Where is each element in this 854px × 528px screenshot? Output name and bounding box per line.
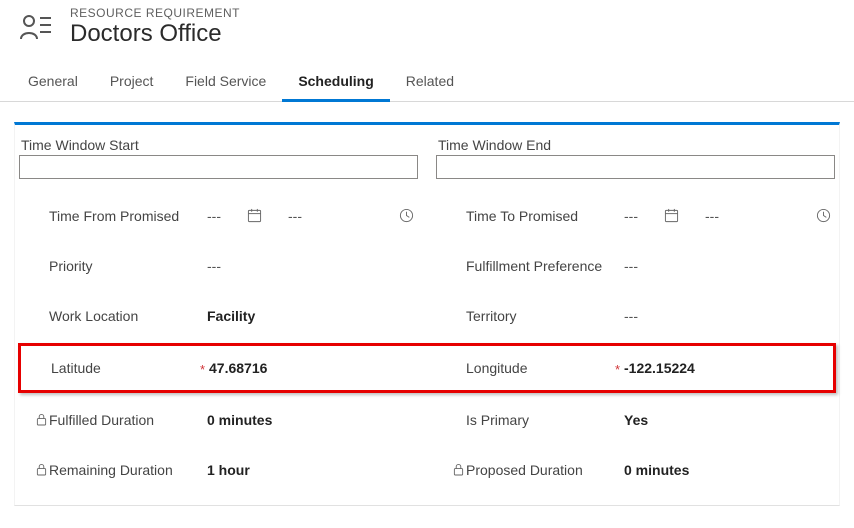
tab-bar: General Project Field Service Scheduling… [0,63,854,102]
highlighted-lat-long: Latitude * 47.68716 Longitude * -122.152… [18,343,836,393]
latitude-value[interactable]: 47.68716 [209,360,267,376]
field-time-from-promised: Time From Promised --- --- [19,191,418,241]
priority-label: Priority [49,258,207,274]
tab-related[interactable]: Related [390,63,470,102]
field-longitude: Longitude * -122.15224 [436,346,833,390]
work-location-value[interactable]: Facility [207,308,255,324]
field-priority: Priority --- [19,241,418,291]
scheduling-panel: Time Window Start Time From Promised ---… [14,122,840,506]
priority-value[interactable]: --- [207,258,221,274]
time-from-promised-time-value[interactable]: --- [288,208,302,224]
required-indicator: * [615,362,620,377]
territory-value[interactable]: --- [624,308,638,324]
field-fulfilled-duration: Fulfilled Duration 0 minutes [19,395,418,445]
person-list-icon [20,11,52,43]
is-primary-label: Is Primary [466,412,624,428]
field-proposed-duration: Proposed Duration 0 minutes [436,445,835,495]
clock-icon[interactable] [816,208,831,223]
lock-icon [33,413,49,426]
field-remaining-duration: Remaining Duration 1 hour [19,445,418,495]
fulfillment-preference-value[interactable]: --- [624,258,638,274]
field-is-primary: Is Primary Yes [436,395,835,445]
time-to-promised-time-value[interactable]: --- [705,208,719,224]
field-time-to-promised: Time To Promised --- --- [436,191,835,241]
field-fulfillment-preference: Fulfillment Preference --- [436,241,835,291]
proposed-duration-value: 0 minutes [624,462,689,478]
time-to-promised-label: Time To Promised [466,208,624,224]
lock-icon [450,463,466,476]
time-from-promised-label: Time From Promised [49,208,207,224]
is-primary-value[interactable]: Yes [624,412,648,428]
tab-general[interactable]: General [12,63,94,102]
territory-label: Territory [466,308,624,324]
fulfilled-duration-value: 0 minutes [207,412,272,428]
longitude-label: Longitude * [466,360,624,376]
remaining-duration-value: 1 hour [207,462,250,478]
calendar-icon[interactable] [247,208,262,223]
lock-icon [33,463,49,476]
right-column: Time Window End Time To Promised --- --- [436,137,835,341]
remaining-duration-label: Remaining Duration [49,462,207,478]
time-from-promised-date-value[interactable]: --- [207,208,221,224]
longitude-value[interactable]: -122.15224 [624,360,695,376]
time-window-end-label: Time Window End [436,137,835,153]
clock-icon[interactable] [399,208,414,223]
page-header: RESOURCE REQUIREMENT Doctors Office [0,0,854,63]
tab-project[interactable]: Project [94,63,170,102]
required-indicator: * [200,362,205,377]
record-title: Doctors Office [70,20,240,49]
entity-type-label: RESOURCE REQUIREMENT [70,6,240,20]
time-window-end-input[interactable] [436,155,835,179]
left-column: Time Window Start Time From Promised ---… [19,137,418,341]
field-latitude: Latitude * 47.68716 [21,346,418,390]
tab-scheduling[interactable]: Scheduling [282,63,389,102]
field-work-location: Work Location Facility [19,291,418,341]
fulfilled-duration-label: Fulfilled Duration [49,412,207,428]
tab-field-service[interactable]: Field Service [169,63,282,102]
fulfillment-preference-label: Fulfillment Preference [466,258,624,274]
time-window-start-input[interactable] [19,155,418,179]
latitude-label: Latitude * [51,360,209,376]
work-location-label: Work Location [49,308,207,324]
proposed-duration-label: Proposed Duration [466,462,624,478]
time-to-promised-date-value[interactable]: --- [624,208,638,224]
field-territory: Territory --- [436,291,835,341]
calendar-icon[interactable] [664,208,679,223]
time-window-start-label: Time Window Start [19,137,418,153]
